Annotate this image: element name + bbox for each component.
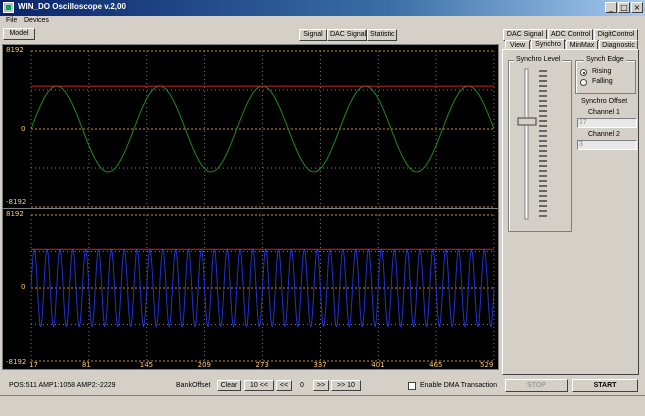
ch2-x-tick-label: 273 bbox=[255, 361, 269, 369]
falling-radio[interactable] bbox=[580, 79, 587, 86]
ch2-x-tick-label: 465 bbox=[429, 361, 443, 369]
synchro-level-group: Synchro Level bbox=[508, 56, 572, 232]
menu-bar: File Devices bbox=[0, 16, 645, 27]
ch2-x-tick-label: 17 bbox=[29, 361, 38, 369]
menu-file[interactable]: File bbox=[6, 17, 17, 24]
synchro-slider[interactable] bbox=[509, 63, 571, 231]
ch2-x-tick-label: 209 bbox=[197, 361, 211, 369]
app-icon bbox=[3, 2, 14, 13]
maximize-button[interactable]: □ bbox=[618, 2, 630, 13]
menu-devices[interactable]: Devices bbox=[24, 17, 49, 24]
close-button[interactable]: × bbox=[631, 2, 643, 13]
synchro-level-title: Synchro Level bbox=[514, 56, 563, 63]
minimize-button[interactable]: _ bbox=[605, 2, 617, 13]
channel1-offset-field[interactable]: 17 bbox=[577, 118, 637, 128]
ch2-x-tick-label: 145 bbox=[139, 361, 154, 369]
synch-edge-group: Synch Edge Rising Falling bbox=[575, 56, 636, 94]
ch2-x-tick-label: 81 bbox=[81, 361, 91, 369]
channel2-scope[interactable]: 8192 0 -8192 17 81 145 209 273 337 401 465 529 bbox=[2, 208, 499, 370]
dma-checkbox[interactable] bbox=[408, 382, 416, 390]
synchro-panel: Synchro Level Synch Edge Rising Falling … bbox=[502, 49, 639, 375]
channel2-offset-field[interactable]: 3 bbox=[577, 140, 637, 150]
clear-button[interactable]: Clear bbox=[217, 380, 241, 391]
slider-thumb[interactable] bbox=[517, 117, 537, 126]
status-bar: POS:511 AMP1:1058 AMP2:-2229 BankOffset … bbox=[0, 378, 645, 394]
bank-offset-value: 0 bbox=[300, 382, 304, 389]
tab-signal[interactable]: Signal bbox=[299, 29, 327, 41]
ch1-y-zero-label: 0 bbox=[21, 125, 26, 133]
tab-model[interactable]: Model bbox=[3, 28, 35, 40]
back-1-button[interactable]: << bbox=[276, 380, 292, 391]
window-title: WIN_DO Oscilloscope v.2,00 bbox=[18, 2, 126, 11]
back-10-button[interactable]: 10 << bbox=[244, 380, 274, 391]
rising-label: Rising bbox=[592, 68, 612, 75]
ch2-x-tick-label: 529 bbox=[480, 361, 494, 369]
ch2-x-tick-label: 337 bbox=[313, 361, 327, 369]
falling-label: Falling bbox=[592, 78, 613, 85]
ch2-x-tick-label: 401 bbox=[371, 361, 385, 369]
rising-radio[interactable] bbox=[580, 69, 587, 76]
tab-dac-signal[interactable]: DAC Signal bbox=[327, 29, 367, 41]
synch-edge-title: Synch Edge bbox=[584, 56, 626, 63]
stop-button[interactable]: STOP bbox=[505, 379, 568, 392]
ch2-y-min-label: -8192 bbox=[6, 358, 27, 366]
bottom-status-strip bbox=[0, 395, 645, 416]
ch1-y-min-label: -8192 bbox=[6, 198, 27, 206]
synchro-offset-title: Synchro Offset bbox=[581, 98, 628, 105]
channel1-plot bbox=[30, 50, 495, 208]
title-bar[interactable]: WIN_DO Oscilloscope v.2,00 _ □ × bbox=[0, 0, 645, 16]
oscilloscope-window: WIN_DO Oscilloscope v.2,00 _ □ × File De… bbox=[0, 0, 645, 416]
forward-10-button[interactable]: >> 10 bbox=[331, 380, 361, 391]
channel2-plot bbox=[30, 214, 495, 362]
ch2-y-max-label: 8192 bbox=[6, 210, 24, 218]
bank-offset-label: BankOffset bbox=[176, 382, 211, 389]
start-button[interactable]: START bbox=[572, 379, 638, 392]
dma-label: Enable DMA Transaction bbox=[420, 382, 498, 389]
channel2-offset-label: Channel 2 bbox=[588, 131, 620, 138]
ch2-y-zero-label: 0 bbox=[21, 283, 26, 291]
position-readout: POS:511 AMP1:1058 AMP2:-2229 bbox=[9, 382, 116, 389]
ch1-y-max-label: 8192 bbox=[6, 46, 24, 54]
forward-1-button[interactable]: >> bbox=[313, 380, 329, 391]
channel1-scope[interactable]: 8192 0 -8192 367131195259323387451515 bbox=[2, 44, 499, 216]
channel1-offset-label: Channel 1 bbox=[588, 109, 620, 116]
tab-statistic[interactable]: Statistic bbox=[367, 29, 397, 41]
